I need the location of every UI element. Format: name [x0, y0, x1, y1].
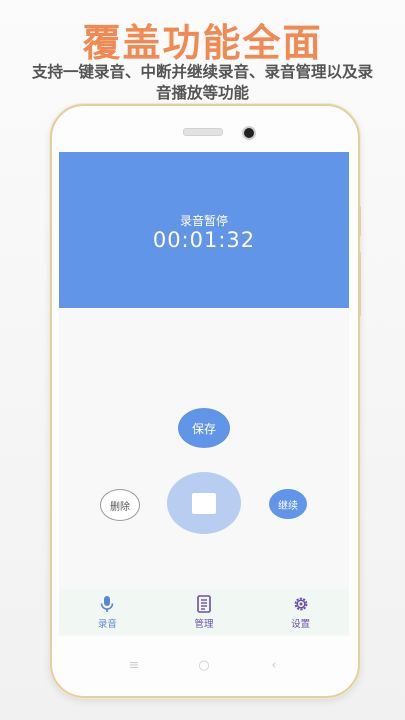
bottom-nav: 录音 管理 设置 [59, 589, 349, 635]
back-icon[interactable]: ‹ [254, 658, 294, 673]
document-icon [197, 594, 211, 613]
microphone-icon [101, 595, 114, 612]
system-nav-bar: ≡ ○ ‹ [114, 653, 294, 677]
nav-item-settings[interactable]: 设置 [252, 589, 349, 635]
recording-status-panel: 录音暂停 00:01:32 [59, 152, 349, 308]
phone-camera [242, 126, 256, 140]
promo-subtitle: 支持一键录音、中断并继续录音、录音管理以及录音播放等功能 [31, 63, 373, 102]
menu-icon[interactable]: ≡ [114, 658, 154, 673]
app-screen: 录音暂停 00:01:32 保存 删除 继续 录音 管理 设置 [59, 152, 349, 636]
home-icon[interactable]: ○ [184, 658, 224, 673]
nav-item-record[interactable]: 录音 [59, 589, 156, 635]
nav-label-manage: 管理 [194, 618, 214, 630]
nav-item-manage[interactable]: 管理 [156, 589, 253, 635]
promo-title: 覆盖功能全面 [82, 21, 323, 65]
delete-button[interactable]: 删除 [100, 489, 140, 521]
gear-icon [294, 597, 308, 610]
phone-side-button [358, 206, 361, 236]
recording-status-label: 录音暂停 [179, 214, 228, 228]
stop-button[interactable] [167, 472, 241, 534]
nav-label-record: 录音 [97, 618, 117, 630]
nav-label-settings: 设置 [291, 618, 311, 630]
save-button[interactable]: 保存 [178, 408, 230, 448]
phone-frame: 录音暂停 00:01:32 保存 删除 继续 录音 管理 设置 ≡ ○ ‹ [50, 104, 361, 698]
phone-volume-button [358, 252, 361, 316]
recording-timer: 00:01:32 [152, 228, 256, 252]
continue-button[interactable]: 继续 [269, 489, 307, 519]
phone-speaker [183, 128, 223, 136]
stop-icon [192, 492, 216, 514]
